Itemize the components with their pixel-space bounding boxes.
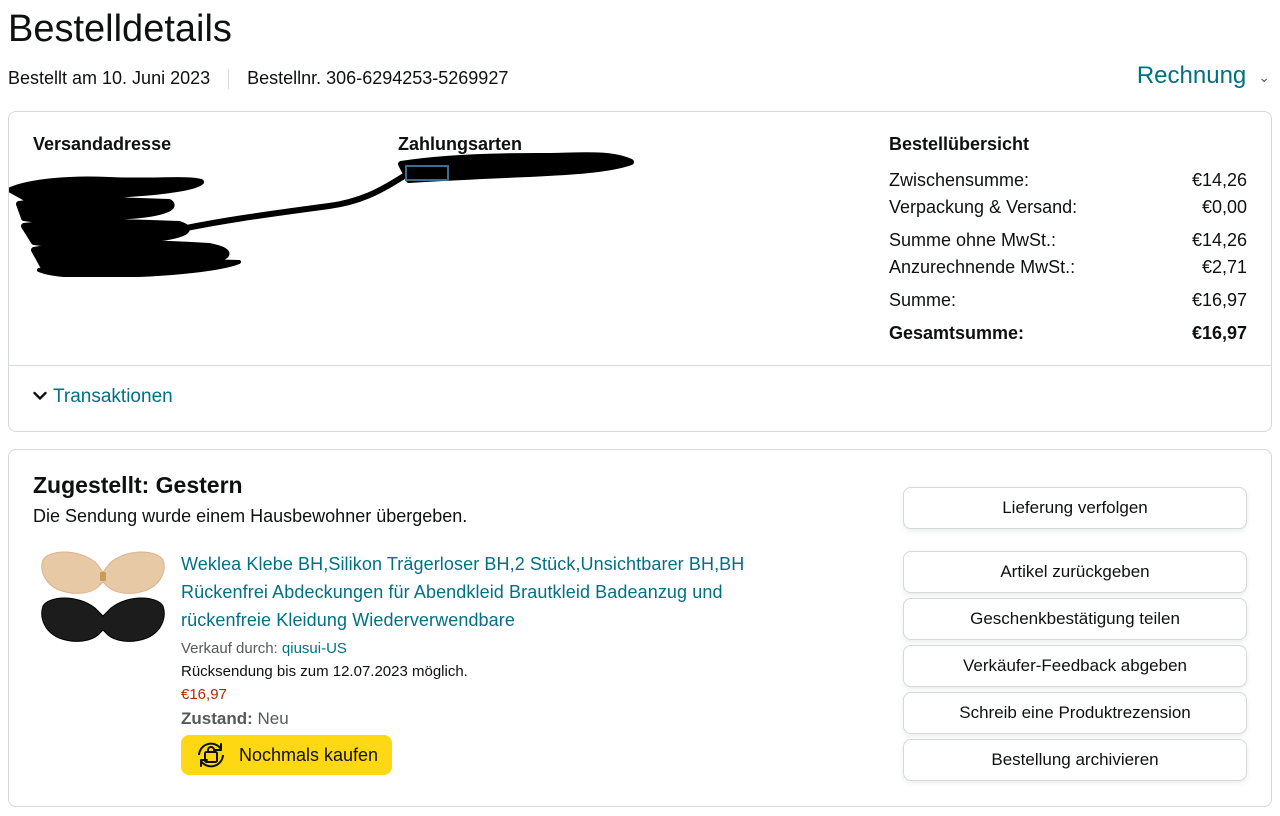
order-number: Bestellnr. 306-6294253-5269927 [247, 68, 509, 88]
product-image[interactable] [39, 548, 167, 652]
buy-again-button[interactable]: Nochmals kaufen [181, 735, 393, 775]
summary-row-net: Summe ohne MwSt.: €14,26 [889, 227, 1247, 254]
order-summary-title: Bestellübersicht [889, 134, 1030, 154]
order-info-card: Versandadresse Zahlungsarten Bestellüber… [8, 111, 1272, 432]
order-meta: Bestellt am 10. Juni 2023 Bestellnr. 306… [8, 68, 508, 89]
track-package-button[interactable]: Lieferung verfolgen [903, 487, 1247, 529]
product-price: €16,97 [181, 686, 227, 703]
summary-value: €16,97 [1191, 290, 1247, 310]
write-review-button[interactable]: Schreib eine Produktrezension [903, 692, 1247, 734]
summary-row-grand-total: Gesamtsumme: €16,97 [889, 320, 1247, 347]
summary-value: €16,97 [1191, 323, 1247, 343]
redaction-scribble [9, 152, 634, 277]
invoice-dropdown[interactable]: Rechnung ⌄ [1137, 62, 1270, 90]
summary-label: Summe ohne MwSt.: [889, 230, 1057, 250]
buy-again-icon [198, 742, 224, 768]
return-info: Rücksendung bis zum 12.07.2023 möglich. [181, 663, 468, 680]
summary-row-subtotal: Zwischensumme: €14,26 [889, 167, 1247, 194]
order-summary: Bestellübersicht Zwischensumme: €14,26 V… [889, 134, 1247, 347]
summary-label: Anzurechnende MwSt.: [889, 257, 1076, 277]
transactions-label: Transaktionen [53, 386, 173, 407]
summary-value: €14,26 [1191, 170, 1247, 190]
meta-divider [228, 68, 230, 89]
seller-feedback-button[interactable]: Verkäufer-Feedback abgeben [903, 645, 1247, 687]
order-date: Bestellt am 10. Juni 2023 [8, 68, 211, 88]
shipment-actions: Lieferung verfolgen Artikel zurückgeben … [903, 487, 1247, 781]
product-title-link[interactable]: Weklea Klebe BH,Silikon Trägerloser BH,2… [181, 550, 791, 634]
condition-label: Zustand: [181, 709, 253, 728]
summary-label: Summe: [889, 290, 957, 310]
summary-label: Zwischensumme: [889, 170, 1030, 190]
share-gift-receipt-button[interactable]: Geschenkbestätigung teilen [903, 598, 1247, 640]
summary-label: Verpackung & Versand: [889, 197, 1078, 217]
return-item-button[interactable]: Artikel zurückgeben [903, 551, 1247, 593]
seller-line: Verkauf durch: qiusui-US [181, 640, 791, 657]
product-condition: Zustand: Neu [181, 709, 791, 729]
delivery-status: Zugestellt: Gestern [33, 472, 243, 498]
summary-row-shipping: Verpackung & Versand: €0,00 [889, 194, 1247, 221]
shipment-card: Zugestellt: Gestern Die Sendung wurde ei… [8, 449, 1272, 807]
invoice-label: Rechnung [1136, 62, 1247, 89]
seller-prefix: Verkauf durch: [181, 640, 278, 657]
summary-row-vat: Anzurechnende MwSt.: €2,71 [889, 254, 1247, 281]
card-divider [9, 365, 1271, 366]
summary-label: Gesamtsumme: [889, 323, 1025, 343]
page-title: Bestelldetails [8, 8, 232, 50]
chevron-down-icon [33, 388, 47, 406]
summary-row-sum: Summe: €16,97 [889, 287, 1247, 314]
summary-value: €2,71 [1201, 257, 1247, 277]
transactions-toggle[interactable]: Transaktionen [33, 386, 173, 408]
archive-order-button[interactable]: Bestellung archivieren [903, 739, 1247, 781]
condition-value: Neu [257, 709, 289, 728]
chevron-down-icon: ⌄ [1258, 68, 1270, 85]
buy-again-label: Nochmals kaufen [239, 744, 379, 765]
summary-value: €0,00 [1201, 197, 1247, 217]
seller-link[interactable]: qiusui-US [282, 640, 347, 657]
delivery-note: Die Sendung wurde einem Hausbewohner übe… [33, 506, 468, 526]
summary-value: €14,26 [1191, 230, 1247, 250]
product-info: Weklea Klebe BH,Silikon Trägerloser BH,2… [181, 550, 791, 775]
